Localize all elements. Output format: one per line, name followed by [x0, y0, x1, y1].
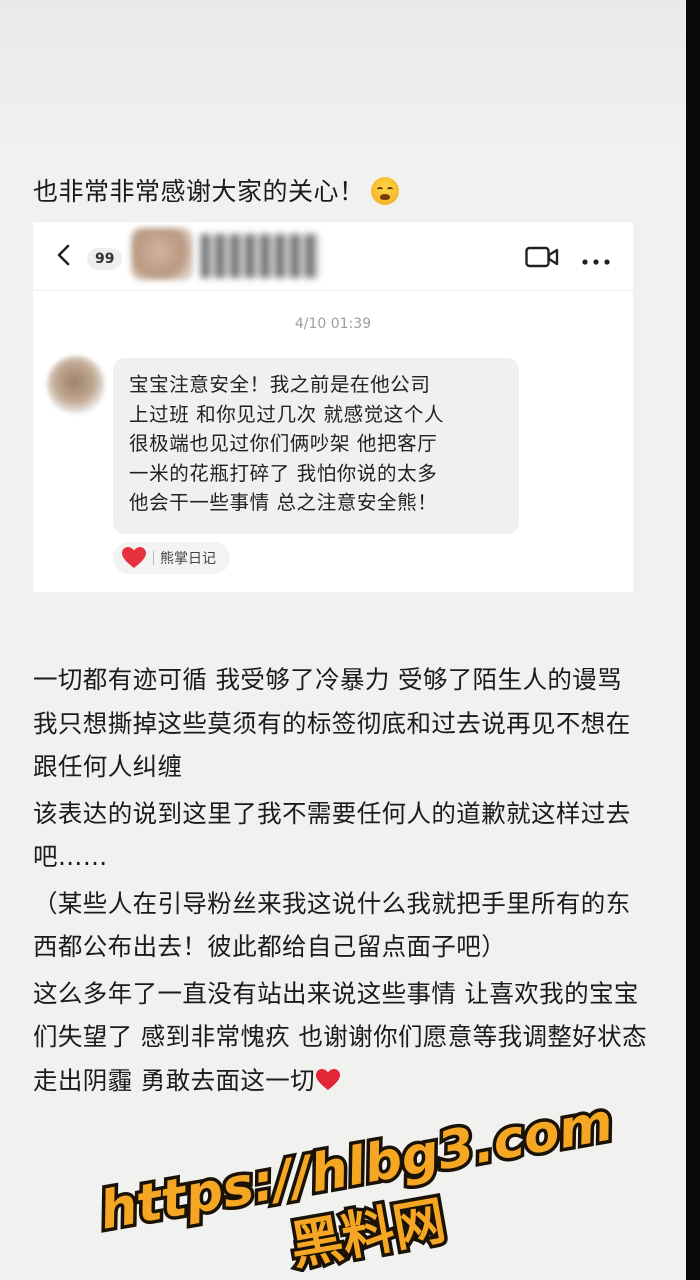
- sender-avatar[interactable]: [47, 356, 105, 414]
- reaction-user-name: 熊掌日记: [160, 551, 216, 567]
- chat-screenshot: 99 4/10 01:39 宝宝注意安全！我之前是在他公司 上过班 和你见过几次…: [33, 222, 633, 592]
- paragraph-last: 这么多年了一直没有站出来说这些事情 让喜欢我的宝宝们失望了 感到非常愧疚 也谢谢…: [33, 972, 653, 1103]
- intro-text: 也非常非常感谢大家的关心！: [33, 177, 365, 206]
- paragraph: 一切都有迹可循 我受够了冷暴力 受够了陌生人的谩骂 我只想撕掉这些莫须有的标签彻…: [33, 665, 631, 781]
- unread-count-badge: 99: [87, 248, 123, 270]
- heart-icon: [122, 547, 146, 568]
- message-text: 宝宝注意安全！我之前是在他公司 上过班 和你见过几次 就感觉这个人 很极端也见过…: [129, 373, 445, 514]
- paragraph: 该表达的说到这里了我不需要任何人的道歉就这样过去吧……: [33, 798, 631, 872]
- top-background: [0, 0, 700, 150]
- reaction-divider: [153, 551, 154, 565]
- back-arrow-icon[interactable]: [53, 244, 75, 266]
- video-call-icon[interactable]: [525, 246, 559, 268]
- message-bubble[interactable]: 宝宝注意安全！我之前是在他公司 上过班 和你见过几次 就感觉这个人 很极端也见过…: [113, 358, 519, 534]
- message-timestamp: 4/10 01:39: [294, 316, 372, 332]
- right-edge-strip: [686, 0, 700, 1280]
- crying-face-icon: [370, 177, 399, 205]
- paragraph: （某些人在引导粉丝来我这说什么我就把手里所有的东西都公布出去！彼此都给自己留点面…: [33, 888, 631, 962]
- intro-line: 也非常非常感谢大家的关心！: [33, 172, 399, 208]
- contact-name-blurred: [201, 234, 319, 278]
- chat-header: 99: [33, 222, 633, 291]
- watermark-logo: https://hlbg3.com 黑料网: [92, 1102, 621, 1272]
- more-options-icon[interactable]: [581, 252, 611, 265]
- reaction-chip[interactable]: 熊掌日记: [113, 542, 230, 574]
- post-body: 一切都有迹可循 我受够了冷暴力 受够了陌生人的谩骂 我只想撕掉这些莫须有的标签彻…: [33, 658, 653, 1105]
- contact-avatar-blurred: [131, 228, 193, 280]
- red-heart-icon: [316, 1068, 341, 1090]
